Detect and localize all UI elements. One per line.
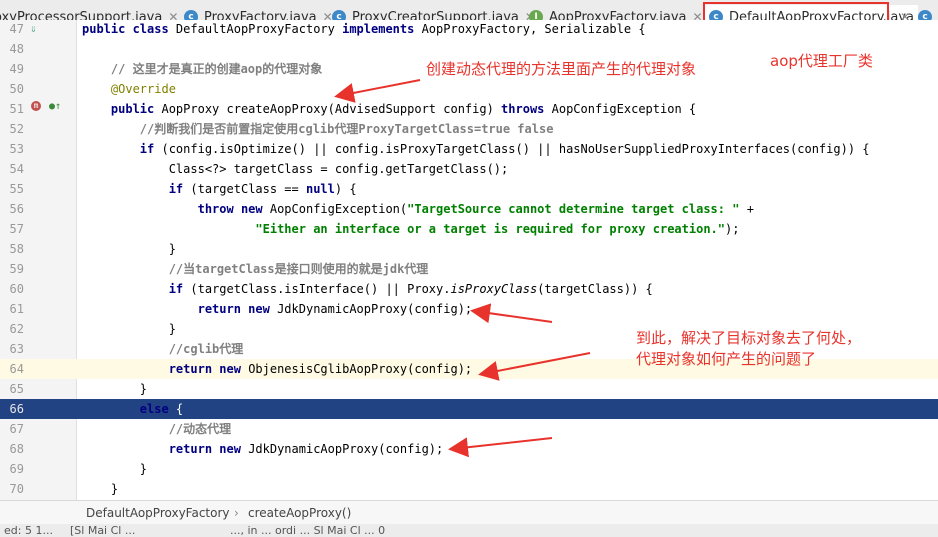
breadcrumb-separator: ›: [234, 506, 239, 520]
status-bar: ed: 5 1... [Sl Mai Cl ... ..., in ... or…: [0, 524, 938, 537]
arrow-to-jdk-proxy: [470, 303, 553, 324]
arrow-to-dynamic-proxy: [448, 437, 553, 458]
breadcrumb-method[interactable]: createAopProxy(): [248, 506, 351, 520]
annotation-arrows: [334, 79, 591, 458]
breadcrumb: DefaultAopProxyFactory › createAopProxy(…: [0, 500, 938, 525]
status-right: ..., in ... ordi ... Sl Mai Cl ... 0: [230, 524, 386, 537]
breadcrumb-class[interactable]: DefaultAopProxyFactory: [86, 506, 230, 520]
status-left: ed: 5 1...: [4, 524, 53, 537]
arrow-to-cglib-proxy: [478, 352, 591, 381]
status-mid: [Sl Mai Cl ...: [70, 524, 136, 537]
arrow-to-create-method: [334, 79, 421, 103]
